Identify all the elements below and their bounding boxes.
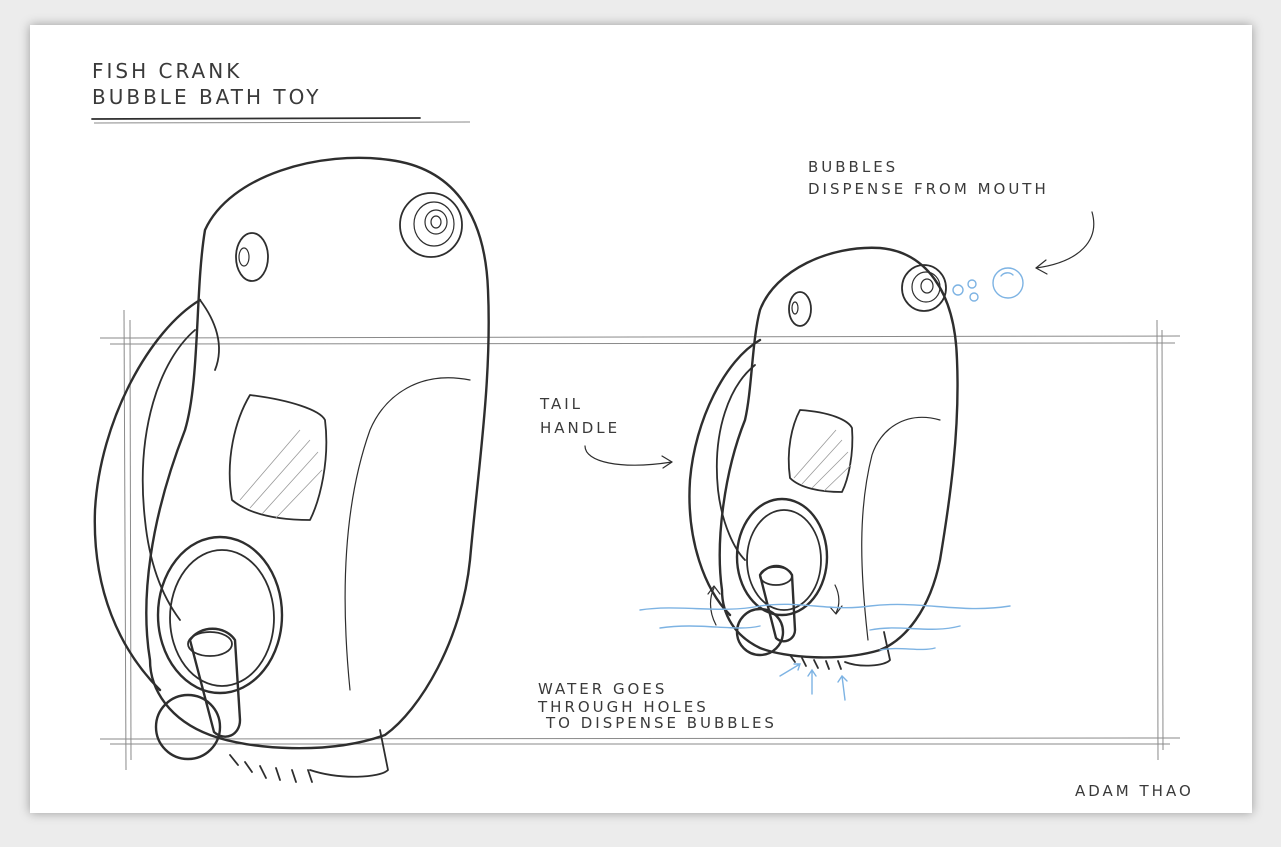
title-line-2: BUBBLE BATH TOY bbox=[92, 85, 321, 109]
annotation-water-line-1: WATER GOES bbox=[538, 680, 667, 698]
title-underline bbox=[91, 117, 471, 124]
annotation-bubbles-line-1: BUBBLES bbox=[808, 158, 898, 176]
large-fish bbox=[93, 156, 490, 783]
annotation-water-line-3: TO DISPENSE BUBBLES bbox=[545, 714, 777, 732]
annotation-tail-line-1: TAIL bbox=[539, 395, 583, 413]
annotation-tail-line-2: HANDLE bbox=[540, 419, 620, 437]
water-lines bbox=[639, 603, 1011, 701]
arrow-icon-tail bbox=[584, 445, 673, 469]
bubbles-icon bbox=[952, 267, 1024, 302]
artist-signature: ADAM THAO bbox=[1075, 782, 1194, 800]
title-line-1: FISH CRANK bbox=[92, 59, 242, 83]
concept-sketch: FISH CRANK BUBBLE BATH TOY BUBBLES DISPE… bbox=[91, 59, 1194, 800]
annotation-bubbles-line-2: DISPENSE FROM MOUTH bbox=[808, 180, 1049, 198]
arrow-icon-bubbles bbox=[1035, 211, 1095, 275]
